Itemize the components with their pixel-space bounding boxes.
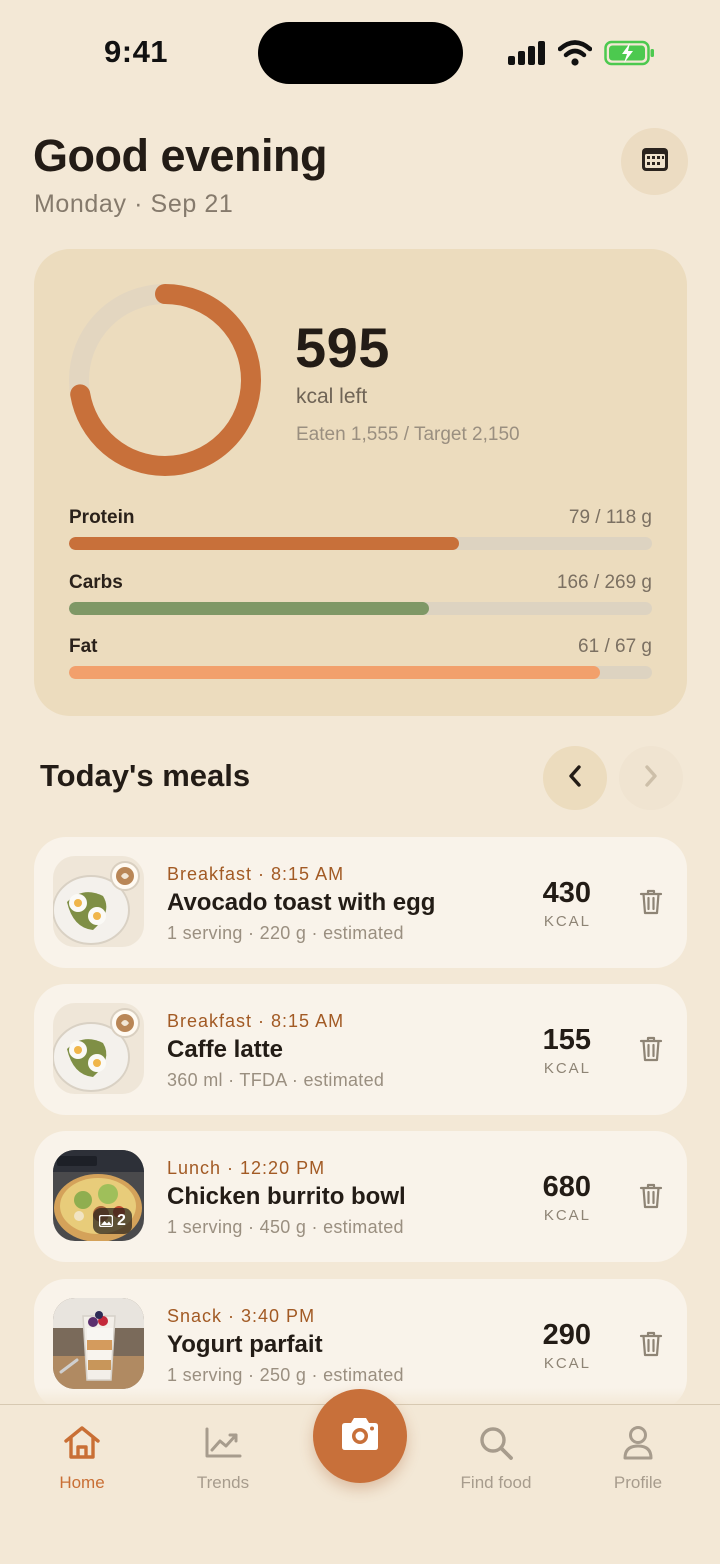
tab-home[interactable]: Home [22, 1425, 142, 1493]
meal-detail: 1 serving · 250 g · estimated [167, 1365, 404, 1385]
trash-icon [639, 1182, 663, 1215]
macro-progress-fill [69, 666, 600, 679]
macro-amount: 166 / 269 g [556, 572, 652, 593]
meal-kcal-value: 430 [542, 877, 591, 909]
calendar-button[interactable] [621, 128, 688, 195]
meal-kcal-unit: KCAL [543, 1207, 591, 1224]
tab-trends[interactable]: Trends [163, 1425, 283, 1493]
macro-progress-track [69, 602, 652, 615]
meal-photo: 2 [53, 1150, 144, 1241]
trend-chart-icon [203, 1426, 243, 1465]
dynamic-island [258, 22, 463, 84]
photo-count-badge: 2 [93, 1208, 132, 1234]
chevron-right-icon [642, 764, 660, 793]
camera-icon [338, 1416, 382, 1457]
calorie-ring [69, 284, 261, 476]
meal-meta: Lunch · 12:20 PM [167, 1158, 326, 1178]
meal-photo [53, 1003, 144, 1094]
image-icon [99, 1215, 113, 1227]
tab-label: Trends [196, 1473, 250, 1492]
macro-amount: 61 / 67 g [578, 636, 652, 657]
calorie-summary-card: 595 kcal left Eaten 1,555 / Target 2,150… [34, 249, 687, 716]
tab-label: Profile [613, 1473, 663, 1492]
meal-kcal-value: 680 [542, 1171, 591, 1203]
trash-icon [639, 888, 663, 921]
meal-meta: Breakfast · 8:15 AM [167, 864, 345, 884]
delete-meal-button[interactable] [637, 1331, 665, 1361]
cellular-signal-icon [508, 41, 546, 65]
previous-day-button[interactable] [543, 746, 607, 810]
delete-meal-button[interactable] [637, 1183, 665, 1213]
meal-name: Caffe latte [167, 1036, 284, 1063]
meal-detail: 360 ml · TFDA · estimated [167, 1070, 385, 1090]
meal-card[interactable]: 2 Lunch · 12:20 PM Chicken burrito bowl … [34, 1131, 687, 1262]
search-icon [478, 1425, 514, 1466]
next-day-button[interactable] [619, 746, 683, 810]
meal-name: Avocado toast with egg [167, 889, 436, 916]
chevron-left-icon [566, 764, 584, 793]
profile-icon [622, 1425, 654, 1466]
calendar-icon [641, 146, 669, 177]
meal-name: Chicken burrito bowl [167, 1183, 406, 1210]
macro-progress-track [69, 537, 652, 550]
macro-amount: 79 / 118 g [568, 507, 652, 528]
meal-detail: 1 serving · 220 g · estimated [167, 923, 404, 943]
meal-meta: Snack · 3:40 PM [167, 1306, 316, 1326]
meal-card[interactable]: Breakfast · 8:15 AM Caffe latte 360 ml ·… [34, 984, 687, 1115]
macro-progress-track [69, 666, 652, 679]
date-subtitle: Monday · Sep 21 [34, 190, 234, 218]
tab-find-food[interactable]: Find food [436, 1425, 556, 1493]
camera-capture-button[interactable] [313, 1389, 407, 1483]
delete-meal-button[interactable] [637, 889, 665, 919]
meal-photo [53, 856, 144, 947]
trash-icon [639, 1035, 663, 1068]
macro-progress-fill [69, 537, 460, 550]
meal-kcal-unit: KCAL [543, 913, 591, 930]
macro-progress-fill [69, 602, 429, 615]
meal-meta: Breakfast · 8:15 AM [167, 1011, 345, 1031]
status-icons [508, 36, 656, 70]
page-title: Good evening [33, 130, 328, 181]
meal-kcal-value: 290 [542, 1319, 591, 1351]
meal-kcal-unit: KCAL [543, 1355, 591, 1372]
macro-name: Fat [69, 636, 98, 657]
delete-meal-button[interactable] [637, 1036, 665, 1066]
meal-name: Yogurt parfait [167, 1331, 323, 1358]
trash-icon [639, 1330, 663, 1363]
meal-kcal-value: 155 [542, 1024, 591, 1056]
tab-label: Home [59, 1473, 105, 1492]
tab-profile[interactable]: Profile [578, 1425, 698, 1493]
meal-kcal-unit: KCAL [543, 1060, 591, 1077]
meal-card[interactable]: Breakfast · 8:15 AM Avocado toast with e… [34, 837, 687, 968]
kcal-left-value: 595 [295, 316, 390, 379]
status-time: 9:41 [104, 34, 169, 69]
home-icon [62, 1425, 102, 1466]
wifi-icon [558, 40, 592, 66]
meal-detail: 1 serving · 450 g · estimated [167, 1217, 404, 1237]
kcal-left-label: kcal left [296, 385, 368, 408]
tab-label: Find food [460, 1473, 532, 1492]
photo-count: 2 [117, 1212, 126, 1229]
status-bar: 9:41 [0, 0, 720, 110]
meals-section-title: Today's meals [40, 758, 251, 793]
macro-name: Protein [69, 507, 135, 528]
macro-name: Carbs [69, 572, 123, 593]
meal-photo [53, 1298, 144, 1389]
eaten-target-text: Eaten 1,555 / Target 2,150 [296, 424, 520, 445]
battery-charging-icon [604, 40, 656, 66]
